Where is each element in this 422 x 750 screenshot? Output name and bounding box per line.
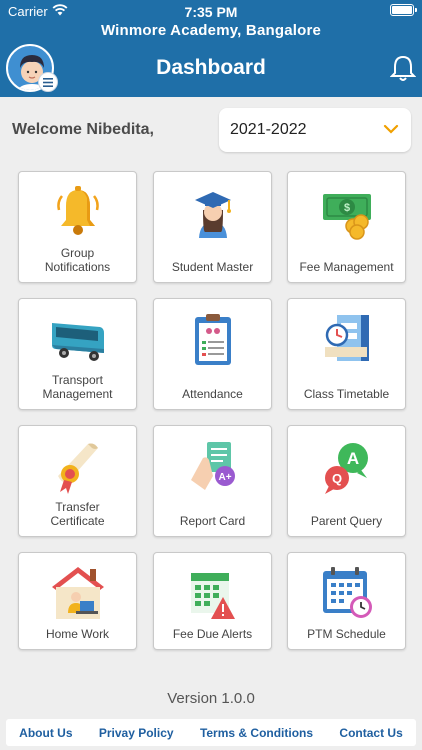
notification-bell-icon[interactable]: [389, 54, 417, 87]
tile-label: PTM Schedule: [307, 627, 386, 641]
tile-transfer-certificate[interactable]: Transfer Certificate: [18, 425, 137, 537]
svg-text:A: A: [346, 449, 358, 468]
tile-student-master[interactable]: Student Master: [153, 171, 272, 283]
timetable-icon: [288, 307, 405, 371]
footer-links: About Us Privay Policy Terms & Condition…: [6, 719, 416, 746]
status-bar: Carrier 7:35 PM: [0, 0, 422, 22]
tile-ptm-schedule[interactable]: PTM Schedule: [287, 552, 406, 650]
tile-label: Fee Due Alerts: [172, 627, 253, 641]
tile-label: Transport Management: [42, 373, 113, 401]
privacy-policy-link[interactable]: Privay Policy: [99, 726, 174, 740]
tile-parent-query[interactable]: A Q Parent Query: [287, 425, 406, 537]
graduate-icon: [154, 180, 271, 244]
terms-link[interactable]: Terms & Conditions: [200, 726, 313, 740]
tile-label: Parent Query: [310, 514, 383, 528]
report-card-icon: A+: [154, 434, 271, 498]
clipboard-icon: [154, 307, 271, 371]
school-name: Winmore Academy, Bangalore: [100, 22, 322, 39]
tile-label: Fee Management: [299, 260, 394, 274]
tile-label: Attendance: [182, 387, 243, 401]
tile-fee-management[interactable]: $ Fee Management: [287, 171, 406, 283]
home-work-icon: [19, 561, 136, 625]
bus-icon: [19, 307, 136, 371]
qa-icon: A Q: [288, 434, 405, 498]
tile-label: Report Card: [179, 514, 246, 528]
tile-label: Home Work: [45, 627, 110, 641]
tile-label: Class Timetable: [303, 387, 390, 401]
svg-text:A+: A+: [218, 472, 231, 483]
welcome-text: Welcome Nibedita,: [12, 121, 154, 138]
page-title: Dashboard: [156, 56, 266, 79]
academic-year-value: 2021-2022: [230, 121, 307, 138]
tile-home-work[interactable]: Home Work: [18, 552, 137, 650]
tile-label: Group Notifications: [44, 246, 111, 274]
academic-year-select[interactable]: 2021-2022: [219, 108, 411, 152]
tile-group-notifications[interactable]: Group Notifications: [18, 171, 137, 283]
tile-label: Student Master: [171, 260, 254, 274]
bell-icon: [19, 180, 136, 244]
svg-text:$: $: [343, 202, 349, 214]
chevron-down-icon: [383, 122, 399, 140]
menu-icon[interactable]: [38, 72, 58, 92]
calendar-icon: [288, 561, 405, 625]
tile-label: Transfer Certificate: [50, 500, 105, 528]
tile-fee-due-alerts[interactable]: Fee Due Alerts: [153, 552, 272, 650]
tile-class-timetable[interactable]: Class Timetable: [287, 298, 406, 410]
tile-attendance[interactable]: Attendance: [153, 298, 272, 410]
money-icon: $: [288, 180, 405, 244]
contact-us-link[interactable]: Contact Us: [339, 726, 402, 740]
battery-icon: [390, 4, 417, 16]
clock: 7:35 PM: [184, 4, 238, 20]
tile-transport-management[interactable]: Transport Management: [18, 298, 137, 410]
svg-text:Q: Q: [331, 471, 341, 486]
app-header: Carrier 7:35 PM Winmore Academy, Bangalo…: [0, 0, 422, 97]
certificate-icon: [19, 434, 136, 498]
about-us-link[interactable]: About Us: [19, 726, 72, 740]
version-label: Version 1.0.0: [167, 690, 255, 707]
fee-alert-icon: [154, 561, 271, 625]
tile-report-card[interactable]: A+ Report Card: [153, 425, 272, 537]
